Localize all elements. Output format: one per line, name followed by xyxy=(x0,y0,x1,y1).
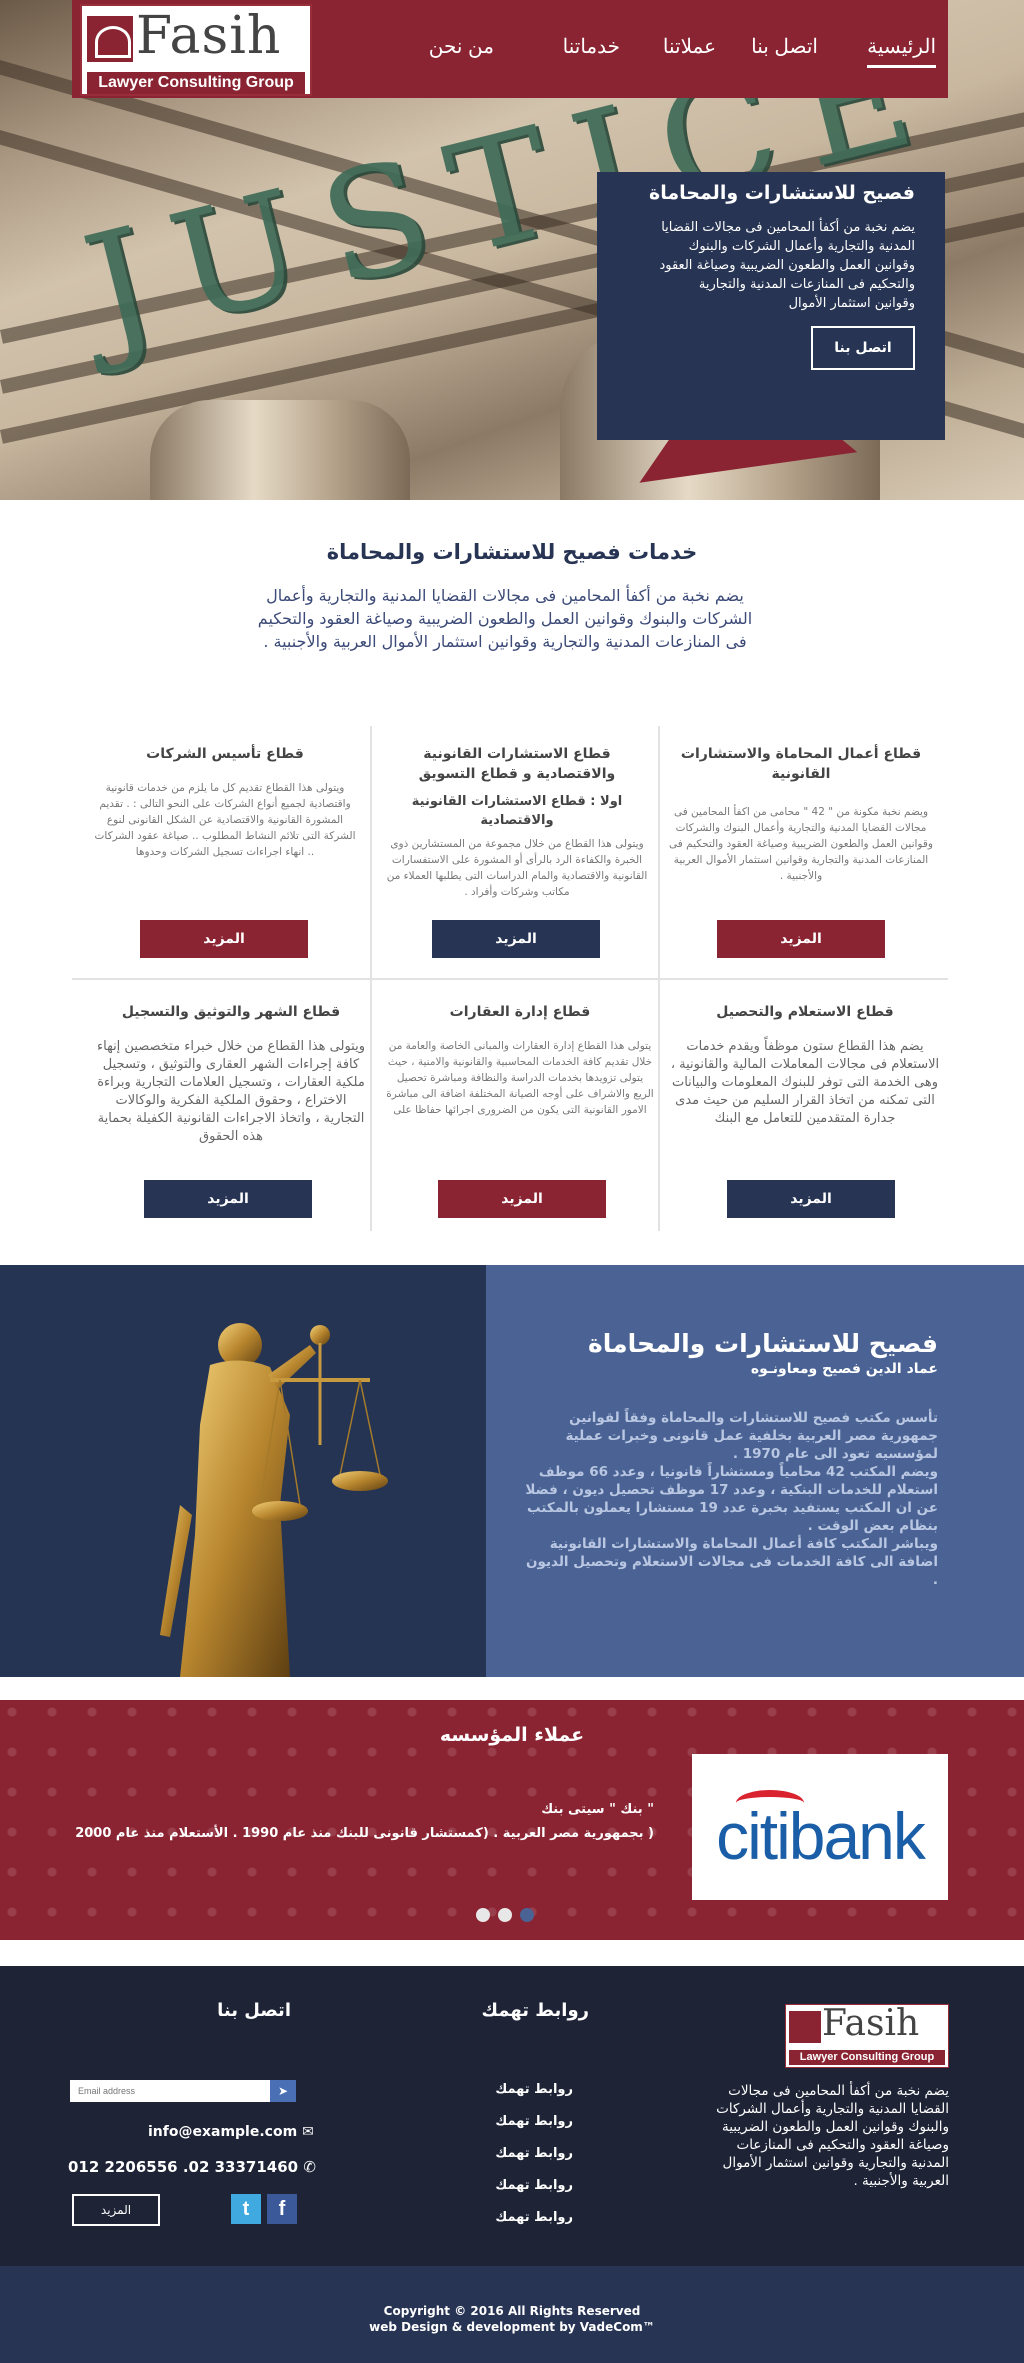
footer-links-title: روابط تهمك xyxy=(481,2000,590,2021)
logo[interactable]: Fasih Lawyer Consulting Group xyxy=(80,4,312,96)
service-card-title: قطاع أعمال المحاماة والاستشارات القانوني… xyxy=(680,746,922,782)
contact-phone-text: 012 2206556 .02 33371460 xyxy=(68,2158,299,2176)
client-logo-text-part2: bank xyxy=(788,1799,926,1873)
service-card-title: قطاع الاستعلام والتحصيل xyxy=(716,1004,894,1020)
about-paragraph: ويباشر المكتب كافة أعمال المحاماة والاست… xyxy=(526,1536,938,1588)
services-description: يضم نخبة من أكفأ المحامين فى مجالات القض… xyxy=(257,586,753,651)
service-card-text: ويتولى هذا القطاع من خلال خبراء متخصصين … xyxy=(97,1039,365,1144)
nav-clients[interactable]: عملاتنا xyxy=(663,34,716,59)
service-card-text: ويتولى هذا القطاع تقديم كل ما يلزم من خد… xyxy=(94,782,356,858)
footer-link[interactable]: روابط تهمك xyxy=(495,2178,573,2193)
nav-home[interactable]: الرئيسية xyxy=(867,34,936,68)
nav-about[interactable]: من نحن xyxy=(429,34,494,59)
hero-card: فصيح للاستشارات والمحاماة يضم نخبة من أك… xyxy=(597,172,945,440)
footer-link[interactable]: روابط تهمك xyxy=(495,2146,573,2161)
footer: Fasih Lawyer Consulting Group يضم نخبة م… xyxy=(0,1966,1024,2266)
client-logo-text: citibank xyxy=(692,1798,948,1874)
footer-link[interactable]: روابط تهمك xyxy=(495,2114,573,2129)
footer-logo-name: Fasih xyxy=(822,2003,920,2044)
footer-logo-tagline: Lawyer Consulting Group xyxy=(789,2050,945,2065)
client-name: " بنك " سيتى بنك xyxy=(541,1802,654,1817)
about-subtitle: عماد الدين فصيح ومعاونـوه xyxy=(750,1361,938,1377)
service-card-title: قطاع تأسيس الشركات xyxy=(146,746,304,762)
service-card-title: قطاع الاستشارات القانونية والاقتصادية و … xyxy=(418,746,616,782)
clients-section: عملاء المؤسسه citibank " بنك " سيتى بنك … xyxy=(0,1700,1024,1940)
service-card: قطاع تأسيس الشركات ويتولى هذا القطاع تقد… xyxy=(90,744,360,860)
services-title: خدمات فصيح للاستشارات والمحاماة xyxy=(326,540,698,564)
mail-icon: ✉ xyxy=(302,2124,314,2140)
contact-email-text: info@example.com xyxy=(148,2124,298,2140)
client-logo-citibank: citibank xyxy=(692,1754,948,1900)
carousel-dot[interactable] xyxy=(476,1908,490,1922)
service-card: قطاع الاستعلام والتحصيل يضم هذا القطاع س… xyxy=(670,1002,940,1128)
service-more-button[interactable]: المزيد xyxy=(144,1180,312,1218)
nav-contact[interactable]: اتصل بنا xyxy=(751,34,818,59)
about-title: فصيح للاستشارات والمحاماة xyxy=(588,1329,938,1358)
footer-contact-title: اتصل بنا xyxy=(217,2000,291,2021)
hero-contact-button[interactable]: اتصل بنا xyxy=(811,326,915,370)
services-divider xyxy=(72,978,948,980)
newsletter-email-input[interactable] xyxy=(70,2080,296,2102)
service-card-subtitle: اولا : قطاع الاستشارات القانونية والاقتص… xyxy=(411,794,623,828)
nav-services[interactable]: خدماتنا xyxy=(563,34,620,59)
service-card: قطاع الاستشارات القانونية والاقتصادية و … xyxy=(382,744,652,900)
phone-icon: ✆ xyxy=(303,2158,316,2176)
lady-justice-statue-image xyxy=(160,1323,388,1677)
carousel-dot-active[interactable] xyxy=(520,1908,534,1922)
clients-title: عملاء المؤسسه xyxy=(439,1724,585,1746)
logo-emblem-icon xyxy=(87,16,133,62)
carousel-dot[interactable] xyxy=(498,1908,512,1922)
about-section: فصيح للاستشارات والمحاماة عماد الدين فصي… xyxy=(0,1265,1024,1677)
client-logo-text-part1: citi xyxy=(716,1799,791,1873)
service-card-title: قطاع الشهر والتوثيق والتسجيل xyxy=(121,1004,341,1020)
hero-description: يضم نخبة من أكفأ المحامين فى مجالات القض… xyxy=(659,220,915,311)
hero-column-capital xyxy=(150,400,410,500)
about-paragraph: ويضم المكتب 42 محامياً ومستشاراً قانونيا… xyxy=(525,1464,938,1534)
top-navbar: Fasih Lawyer Consulting Group الرئيسية ا… xyxy=(72,0,948,98)
hero-title: فصيح للاستشارات والمحاماة xyxy=(649,182,915,204)
twitter-icon[interactable]: t xyxy=(231,2194,261,2224)
footer-link[interactable]: روابط تهمك xyxy=(495,2082,573,2097)
about-paragraph: تأسس مكتب فصيح للاستشارات والمحاماة وفقا… xyxy=(565,1410,938,1462)
copyright-text: Copyright © 2016 All Rights Reserved xyxy=(383,2304,641,2318)
service-card-text: يضم هذا القطاع ستون موظفاً ويقدم خدمات ا… xyxy=(670,1039,940,1126)
contact-email: info@example.com ✉ xyxy=(148,2124,314,2140)
logo-emblem-icon xyxy=(789,2011,821,2043)
footer-logo[interactable]: Fasih Lawyer Consulting Group xyxy=(785,2003,949,2068)
footer-more-button[interactable]: المزيد xyxy=(72,2194,160,2226)
service-more-button[interactable]: المزيد xyxy=(438,1180,606,1218)
service-card-title: قطاع إدارة العقارات xyxy=(449,1004,591,1020)
service-card-text: يتولى هذا القطاع إدارة العقارات والمبانى… xyxy=(386,1040,654,1116)
client-description: ( بجمهورية مصر العربية . (كمستشار قانونى… xyxy=(75,1826,654,1841)
logo-tagline: Lawyer Consulting Group xyxy=(87,72,305,94)
about-description: تأسس مكتب فصيح للاستشارات والمحاماة وفقا… xyxy=(518,1409,938,1589)
hero-section: JUSTICE Fasih Lawyer Consulting Group ال… xyxy=(0,0,1024,500)
send-icon[interactable]: ➤ xyxy=(270,2080,296,2102)
service-more-button[interactable]: المزيد xyxy=(140,920,308,958)
contact-phone: 012 2206556 .02 33371460 ✆ xyxy=(68,2158,316,2176)
facebook-icon[interactable]: f xyxy=(267,2194,297,2224)
service-more-button[interactable]: المزيد xyxy=(432,920,600,958)
footer-description: يضم نخبة من أكفأ المحامين فى مجالات القض… xyxy=(716,2083,949,2189)
developer-credit: web Design & development by VadeCom™ xyxy=(369,2320,655,2334)
service-card: قطاع إدارة العقارات يتولى هذا القطاع إدا… xyxy=(385,1002,655,1118)
logo-name: Fasih xyxy=(136,6,282,66)
copyright-bar: Copyright © 2016 All Rights Reserved web… xyxy=(0,2266,1024,2363)
service-more-button[interactable]: المزيد xyxy=(727,1180,895,1218)
service-more-button[interactable]: المزيد xyxy=(717,920,885,958)
service-card-text: ويتولى هذا القطاع من خلال مجموعة من المس… xyxy=(386,838,648,898)
service-card: قطاع أعمال المحاماة والاستشارات القانوني… xyxy=(666,744,936,884)
service-card-text: ويضم نخبة مكونة من " 42 " محامى من اكفأ … xyxy=(669,806,933,882)
service-card: قطاع الشهر والتوثيق والتسجيل ويتولى هذا … xyxy=(96,1002,366,1146)
about-image-panel xyxy=(0,1265,486,1677)
footer-link[interactable]: روابط تهمك xyxy=(495,2210,573,2225)
